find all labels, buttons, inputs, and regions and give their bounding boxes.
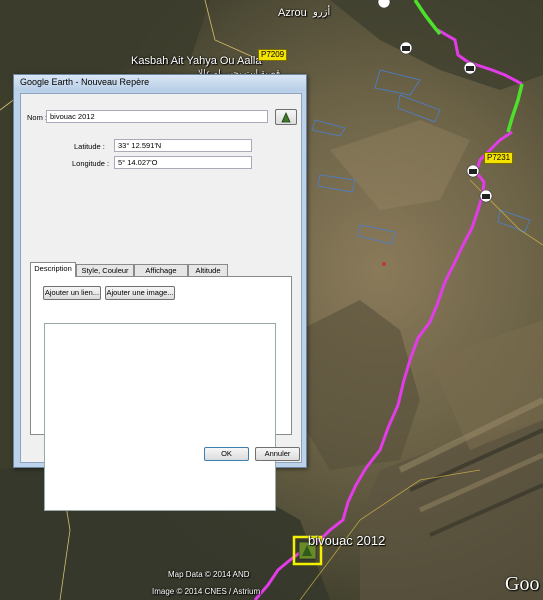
tab-style-color[interactable]: Style, Couleur (76, 264, 134, 276)
tab-display[interactable]: Affichage (134, 264, 188, 276)
copyright-map-data: Map Data © 2014 AND (168, 570, 250, 579)
copyright-image: Image © 2014 CNES / Astrium (152, 587, 261, 596)
name-input[interactable]: bivouac 2012 (46, 110, 268, 123)
latitude-label: Latitude : (74, 142, 105, 151)
placemark-icon-button[interactable] (275, 109, 297, 125)
cancel-button[interactable]: Annuler (255, 447, 300, 461)
ok-button[interactable]: OK (204, 447, 249, 461)
map-label-kasbah: Kasbah Ait Yahya Ou Aalla (131, 55, 262, 67)
longitude-label: Longitude : (72, 159, 110, 168)
pushpin-icon (281, 112, 291, 123)
map-label-azrou: Azrou (278, 7, 307, 19)
dialog-body: Nom : bivouac 2012 Latitude : 33° 12.591… (20, 93, 302, 511)
longitude-input[interactable]: 5° 14.027'O (114, 156, 252, 169)
name-label: Nom : (27, 113, 48, 122)
google-logo: Goo (505, 573, 540, 595)
map-label-bivouac[interactable]: bivouac 2012 (308, 533, 385, 548)
tab-description[interactable]: Description (30, 262, 76, 277)
dialog-title: Google Earth - Nouveau Repère (20, 77, 150, 87)
latitude-input[interactable]: 33° 12.591'N (114, 139, 252, 152)
red-dot (382, 262, 386, 266)
dialog-titlebar[interactable]: Google Earth - Nouveau Repère (14, 75, 306, 91)
tab-altitude[interactable]: Altitude (188, 264, 228, 276)
new-placemark-dialog: Google Earth - Nouveau Repère Nom : bivo… (13, 74, 307, 511)
road-badge-p7209: P7209 (258, 49, 288, 61)
add-image-button[interactable]: Ajouter une image... (105, 286, 175, 300)
map-label-azrou-arabic: أزرو (313, 7, 331, 18)
description-textarea[interactable] (44, 323, 276, 511)
road-badge-p7231: P7231 (484, 152, 514, 164)
add-link-button[interactable]: Ajouter un lien... (43, 286, 101, 300)
